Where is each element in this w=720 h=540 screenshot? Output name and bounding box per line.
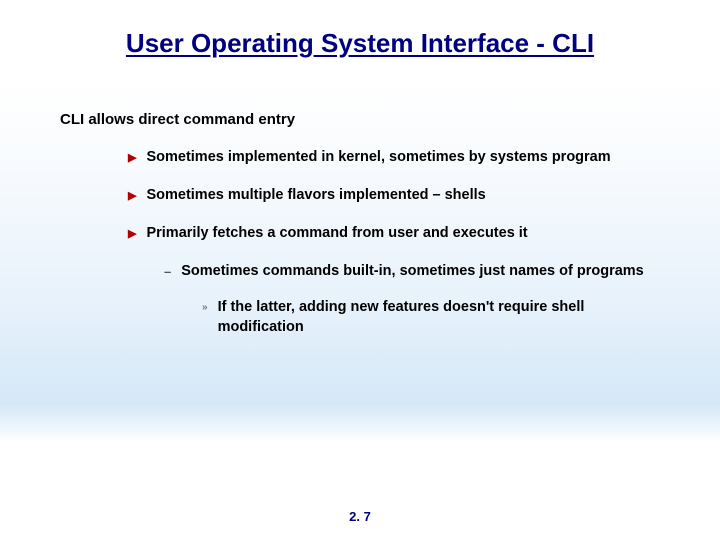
bullet-text: Sometimes multiple flavors implemented –… [146,186,485,206]
bullet-level1: ▶ Sometimes multiple flavors implemented… [128,186,660,206]
bullet-text: Sometimes commands built-in, sometimes j… [181,262,644,282]
bullet-level3: » If the latter, adding new features doe… [202,298,660,337]
bullet-text: Primarily fetches a command from user an… [146,224,527,244]
bullet-level1: ▶ Sometimes implemented in kernel, somet… [128,148,660,168]
dash-bullet-icon: – [164,262,171,282]
triangle-bullet-icon: ▶ [128,224,136,244]
lead-text: CLI allows direct command entry [60,111,660,128]
chevron-bullet-icon: » [202,298,208,318]
bullet-level1: ▶ Primarily fetches a command from user … [128,224,660,244]
bullet-level2: – Sometimes commands built-in, sometimes… [164,262,660,282]
triangle-bullet-icon: ▶ [128,148,136,168]
bullet-text: If the latter, adding new features doesn… [218,298,660,337]
bullet-text: Sometimes implemented in kernel, sometim… [146,148,610,168]
triangle-bullet-icon: ▶ [128,186,136,206]
slide-title: User Operating System Interface - CLI [0,0,720,59]
page-number: 2. 7 [0,509,720,524]
slide-body: CLI allows direct command entry ▶ Someti… [0,59,720,337]
